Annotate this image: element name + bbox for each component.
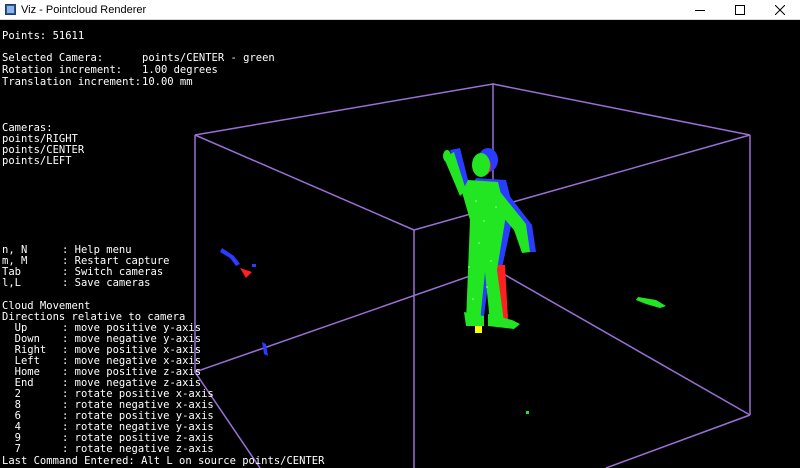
selected-camera-label: Selected Camera: (2, 52, 104, 64)
translation-increment-value: 10.00 mm (142, 76, 193, 88)
app-icon (5, 4, 16, 15)
window-title: Viz - Pointcloud Renderer (21, 4, 147, 16)
person-pointcloud (443, 148, 536, 329)
maximize-icon (735, 4, 745, 15)
minimize-button[interactable] (680, 0, 720, 19)
cloud-center-camera (443, 150, 530, 329)
title-bar[interactable]: Viz - Pointcloud Renderer (0, 0, 800, 20)
points-count: Points: 51611 (2, 30, 85, 42)
help-row: l,L: Save cameras (2, 277, 151, 289)
minimize-icon (695, 9, 705, 11)
translation-increment-label: Translation increment: (2, 76, 142, 88)
rotation-increment-value: 1.00 degrees (142, 64, 218, 76)
stray-points-left (220, 248, 268, 356)
translation-increment-line: Translation increment:10.00 mm (2, 76, 193, 88)
app-window: Viz - Pointcloud Renderer Points: 51611 … (0, 0, 800, 468)
rotation-increment-label: Rotation increment: (2, 64, 123, 76)
camera-item-left: points/LEFT (2, 155, 72, 167)
close-icon (775, 4, 785, 15)
maximize-button[interactable] (720, 0, 760, 19)
selected-camera-line: Selected Camera: points/CENTER - green (2, 52, 275, 64)
render-viewport[interactable]: Points: 51611 Selected Camera: points/CEN… (0, 20, 800, 468)
rotation-increment-line: Rotation increment: 1.00 degrees (2, 64, 218, 76)
selected-camera-value: points/CENTER - green (142, 52, 275, 64)
last-command-status: Last Command Entered: Alt L on source po… (2, 455, 325, 467)
movement-row: 7: rotate negative z-axis (2, 443, 214, 455)
origin-marker (475, 326, 482, 333)
close-button[interactable] (760, 0, 800, 19)
